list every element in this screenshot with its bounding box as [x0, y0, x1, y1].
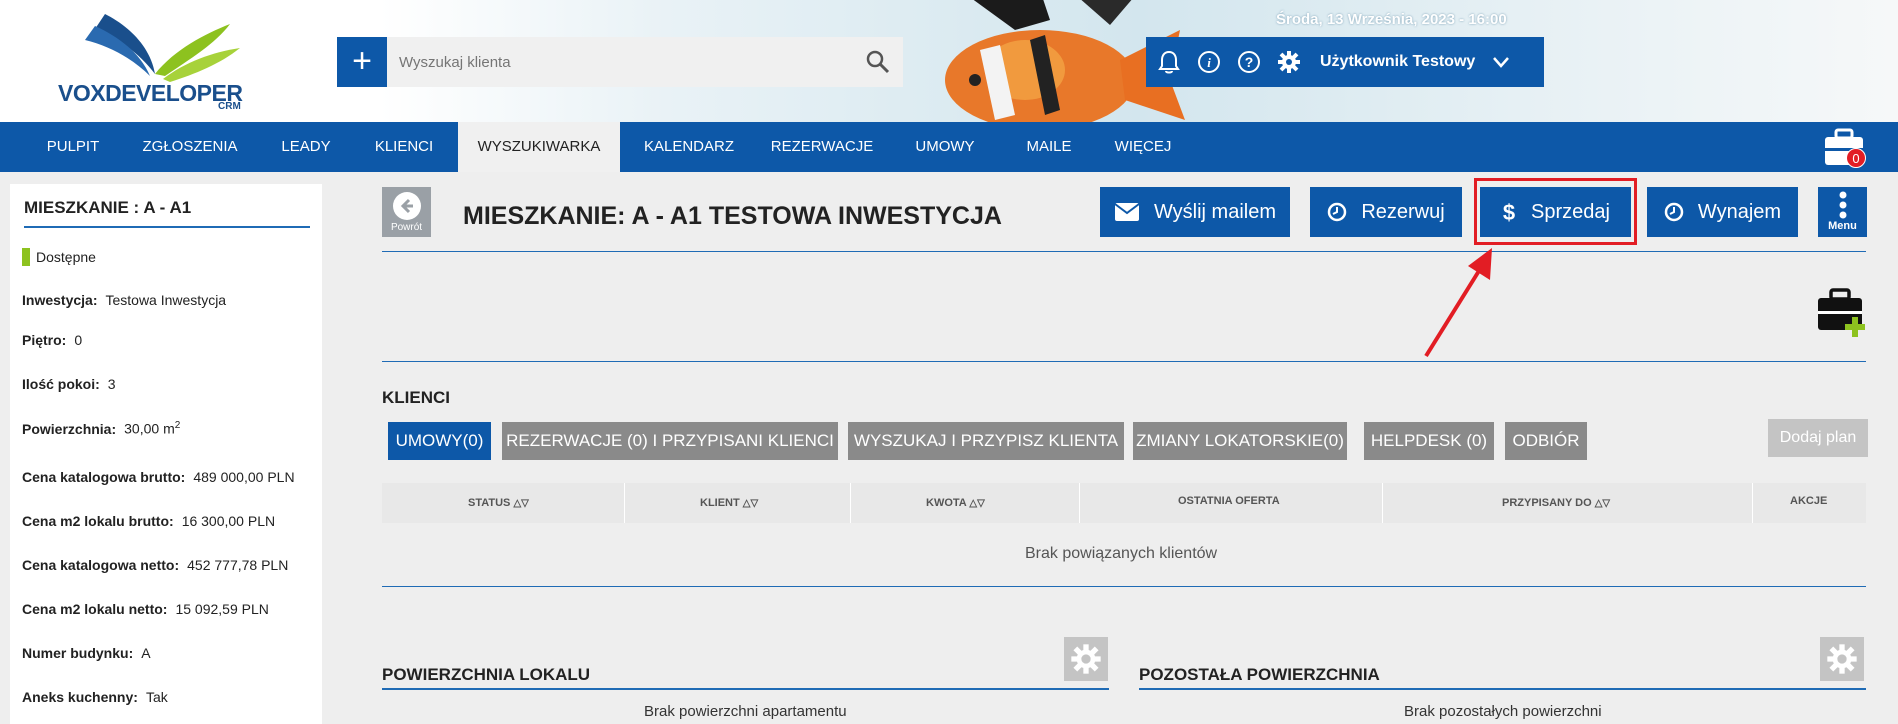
nav-item-wyszukiwarka[interactable]: WYSZUKIWARKA [458, 122, 620, 172]
detail-row: Piętro: 0 [22, 332, 83, 348]
sidebar-title: MIESZKANIE : A - A1 [24, 198, 192, 217]
column-header-ostatnia-oferta: OSTATNIA OFERTA [1178, 495, 1280, 507]
nav-item-kalendarz[interactable]: KALENDARZ [634, 122, 744, 172]
add-to-briefcase-icon[interactable] [1816, 287, 1868, 339]
nav-item-pulpit[interactable]: PULPIT [28, 122, 118, 172]
column-separator [1752, 483, 1753, 523]
column-separator [1079, 483, 1080, 523]
send-mail-button[interactable]: Wyślij mailem [1100, 187, 1290, 237]
header: VOXDEVELOPER CRM + Środa, 13 Września, 2… [0, 0, 1898, 122]
logo-wordmark: VOXDEVELOPER [58, 80, 243, 106]
detail-row: Cena katalogowa brutto: 489 000,00 PLN [22, 469, 295, 485]
info-icon[interactable]: i [1196, 49, 1222, 75]
status-badge: Dostępne [22, 248, 96, 266]
main-nav: PULPIT ZGŁOSZENIA LEADY KLIENCI WYSZUKIW… [0, 122, 1898, 172]
status-label: Dostępne [36, 249, 96, 265]
tab-rezerwacje[interactable]: REZERWACJE (0) I PRZYPISANI KLIENCI [502, 422, 838, 460]
clock-icon [1664, 202, 1684, 222]
envelope-icon [1114, 203, 1140, 221]
sort-icon[interactable]: △▽ [743, 498, 758, 509]
sidebar-divider [24, 226, 310, 228]
detail-row: Cena m2 lokalu brutto: 16 300,00 PLN [22, 513, 276, 529]
column-separator [1382, 483, 1383, 523]
back-label: Powrót [390, 222, 423, 233]
tab-odbior[interactable]: ODBIÓR [1505, 422, 1587, 460]
search-input[interactable] [387, 37, 903, 87]
clients-bottom-divider [382, 586, 1866, 587]
status-color-indicator [22, 248, 30, 266]
logo-crm-label: CRM [218, 101, 241, 112]
clients-table-header: STATUS △▽ KLIENT △▽ KWOTA △▽ OSTATNIA OF… [382, 483, 1866, 523]
svg-text:?: ? [1245, 54, 1254, 70]
tab-helpdesk[interactable]: HELPDESK (0) [1364, 422, 1494, 460]
nav-item-leady[interactable]: LEADY [268, 122, 344, 172]
empty-clients-message: Brak powiązanych klientów [1025, 545, 1218, 562]
gear-icon[interactable] [1276, 49, 1302, 75]
detail-row: Inwestycja: Testowa Inwestycja [22, 292, 227, 308]
detail-row: Numer budynku: A [22, 645, 151, 661]
nav-item-zgloszenia[interactable]: ZGŁOSZENIA [128, 122, 252, 172]
column-separator [624, 483, 625, 523]
add-plan-button[interactable]: Dodaj plan [1768, 419, 1868, 457]
column-separator [850, 483, 851, 523]
detail-row: Aneks kuchenny: Tak [22, 689, 168, 705]
user-name[interactable]: Użytkownik Testowy [1320, 53, 1475, 71]
client-search: + [337, 37, 903, 87]
menu-label: Menu [1828, 220, 1857, 232]
sort-icon[interactable]: △▽ [513, 498, 528, 509]
surface-empty-message: Brak powierzchni apartamentu [644, 703, 847, 720]
other-surface-settings-button[interactable] [1820, 637, 1864, 681]
column-header-status[interactable]: STATUS △▽ [468, 497, 529, 509]
svg-text:i: i [1207, 55, 1211, 70]
tab-zmiany-lokatorskie[interactable]: ZMIANY LOKATORSKIE(0) [1133, 422, 1347, 460]
column-header-akcje: AKCJE [1790, 495, 1828, 507]
other-surface-divider [1139, 688, 1866, 690]
clients-section-title: KLIENCI [382, 388, 450, 407]
chevron-down-icon[interactable] [1491, 52, 1511, 72]
reserve-button[interactable]: Rezerwuj [1310, 187, 1462, 237]
bell-icon[interactable] [1156, 49, 1182, 75]
nav-item-klienci[interactable]: KLIENCI [364, 122, 444, 172]
back-button[interactable]: Powrót [382, 187, 431, 237]
nav-item-umowy[interactable]: UMOWY [908, 122, 982, 172]
other-surface-section-title: POZOSTAŁA POWIERZCHNIA [1139, 665, 1380, 684]
add-client-button[interactable]: + [337, 37, 387, 87]
sell-highlight-frame [1474, 178, 1637, 245]
column-header-kwota[interactable]: KWOTA △▽ [926, 497, 985, 509]
property-sidebar: MIESZKANIE : A - A1 Dostępne Inwestycja:… [10, 184, 322, 724]
tab-umowy[interactable]: UMOWY(0) [388, 422, 491, 460]
vertical-dots-icon [1839, 191, 1846, 219]
detail-row: Ilość pokoi: 3 [22, 376, 116, 392]
title-divider [382, 251, 1866, 252]
menu-button[interactable]: Menu [1818, 187, 1867, 237]
annotation-arrow [1424, 248, 1492, 358]
column-header-przypisany-do[interactable]: PRZYPISANY DO △▽ [1502, 497, 1610, 509]
rent-button[interactable]: Wynajem [1647, 187, 1798, 237]
nav-item-wiecej[interactable]: WIĘCEJ [1104, 122, 1182, 172]
nav-item-rezerwacje[interactable]: REZERWACJE [764, 122, 880, 172]
gear-icon [1071, 644, 1101, 674]
page-title: MIESZKANIE: A - A1 TESTOWA INWESTYCJA [463, 202, 1002, 230]
clock-icon [1328, 202, 1347, 222]
search-icon[interactable] [865, 49, 891, 75]
detail-row: Powierzchnia: 30,00 m2 [22, 420, 181, 437]
surface-section-title: POWIERZCHNIA LOKALU [382, 665, 591, 684]
column-header-klient[interactable]: KLIENT △▽ [700, 497, 758, 509]
tab-wyszukaj-przypisz[interactable]: WYSZUKAJ I PRZYPISZ KLIENTA [848, 422, 1124, 460]
surface-settings-button[interactable] [1064, 637, 1108, 681]
section-divider [382, 361, 1866, 362]
cart-count-badge: 0 [1846, 148, 1866, 168]
nav-item-maile[interactable]: MAILE [1014, 122, 1084, 172]
detail-row: Cena m2 lokalu netto: 15 092,59 PLN [22, 601, 269, 617]
sort-icon[interactable]: △▽ [1595, 498, 1610, 509]
user-toolbar: i ? Użytkownik Testowy [1146, 37, 1544, 87]
help-icon[interactable]: ? [1236, 49, 1262, 75]
detail-row: Cena katalogowa netto: 452 777,78 PLN [22, 557, 289, 573]
other-surface-empty-message: Brak pozostałych powierzchni [1404, 703, 1602, 720]
arrow-left-icon [392, 192, 421, 220]
surface-divider [382, 688, 1109, 690]
sort-icon[interactable]: △▽ [969, 498, 984, 509]
current-datetime: Środa, 13 Września, 2023 - 16:00 [1276, 11, 1507, 28]
gear-icon [1827, 644, 1857, 674]
